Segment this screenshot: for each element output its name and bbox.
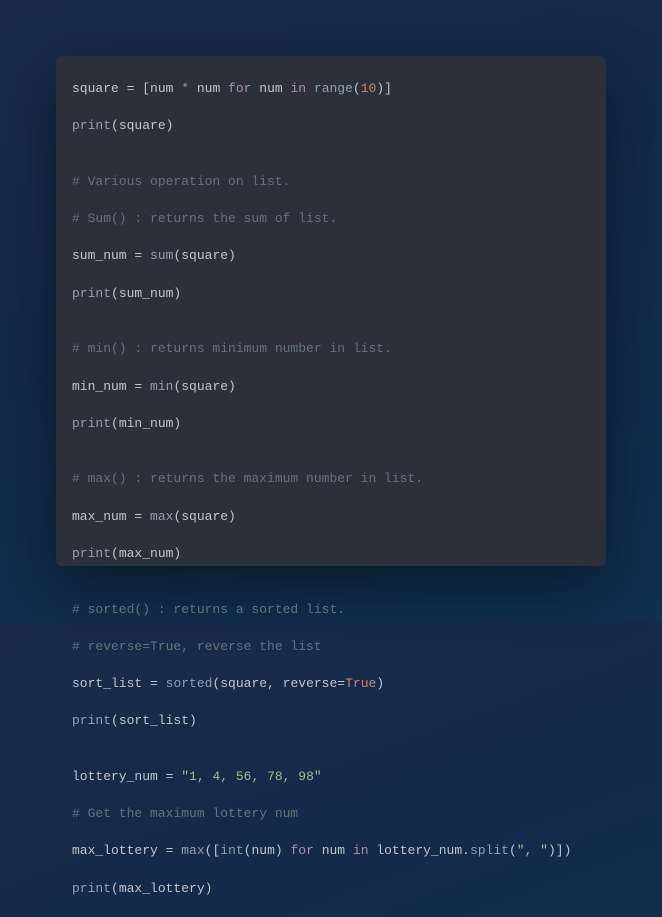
code-line: print(square) xyxy=(72,117,590,136)
code-card: square = [num * num for num in range(10)… xyxy=(56,56,606,566)
code-line: max_lottery = max([int(num) for num in l… xyxy=(72,842,590,861)
code-line: print(max_num) xyxy=(72,545,590,564)
code-line: # min() : returns minimum number in list… xyxy=(72,340,590,359)
code-block: square = [num * num for num in range(10)… xyxy=(72,80,590,917)
code-line: max_num = max(square) xyxy=(72,508,590,527)
code-line: # sorted() : returns a sorted list. xyxy=(72,601,590,620)
code-line: # max() : returns the maximum number in … xyxy=(72,470,590,489)
code-line: print(sum_num) xyxy=(72,285,590,304)
code-line: # reverse=True, reverse the list xyxy=(72,638,590,657)
code-line: min_num = min(square) xyxy=(72,378,590,397)
code-line: sort_list = sorted(square, reverse=True) xyxy=(72,675,590,694)
code-line: # Various operation on list. xyxy=(72,173,590,192)
code-line: lottery_num = "1, 4, 56, 78, 98" xyxy=(72,768,590,787)
code-line: # Sum() : returns the sum of list. xyxy=(72,210,590,229)
code-line: print(sort_list) xyxy=(72,712,590,731)
code-line: sum_num = sum(square) xyxy=(72,247,590,266)
code-line: square = [num * num for num in range(10)… xyxy=(72,80,590,99)
code-line: print(max_lottery) xyxy=(72,880,590,899)
code-line: print(min_num) xyxy=(72,415,590,434)
code-line: # Get the maximum lottery num xyxy=(72,805,590,824)
